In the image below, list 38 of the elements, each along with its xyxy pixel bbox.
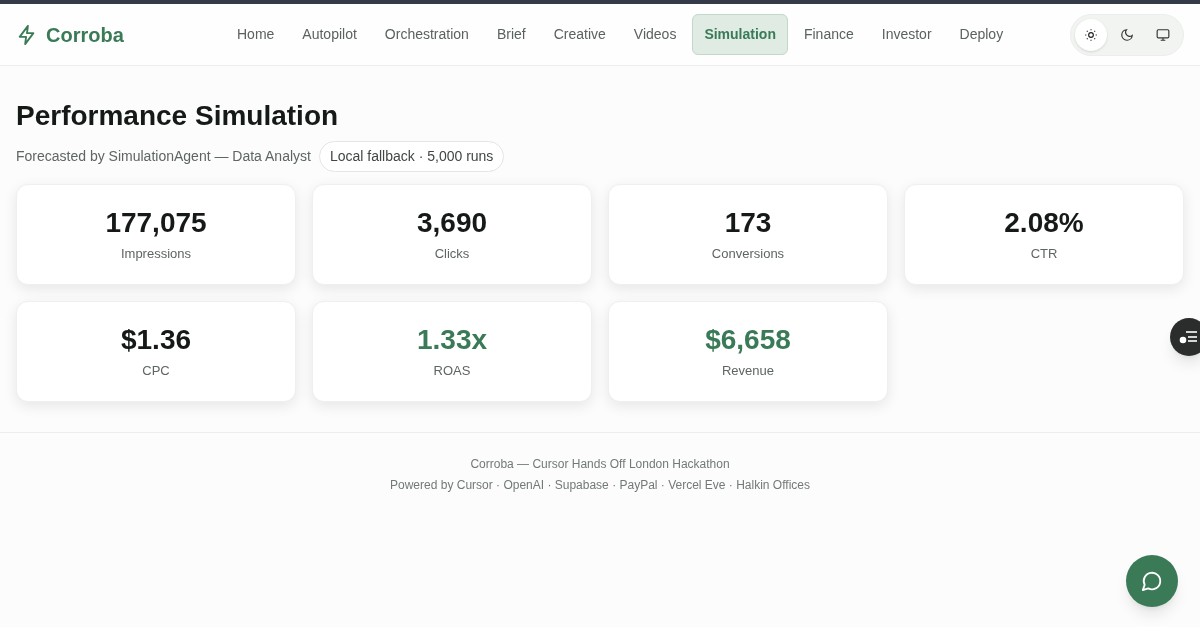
metric-label: Clicks	[434, 245, 470, 264]
metric-value: 3,690	[416, 206, 488, 241]
nav-tab[interactable]: Creative	[541, 14, 618, 55]
nav-tab[interactable]: Investor	[869, 14, 944, 55]
status-badge: Local fallback · 5,000 runs	[318, 141, 505, 172]
subtitle: Forecasted by SimulationAgent — Data Analyst	[16, 147, 311, 166]
metric-label: CTR	[1030, 245, 1058, 264]
metric-label: ROAS	[433, 362, 471, 381]
theme-button[interactable]	[1075, 18, 1107, 51]
metric-label: Impressions	[120, 245, 192, 264]
nav-tab[interactable]: Deploy	[947, 14, 1016, 55]
nav-tab[interactable]: Autopilot	[290, 14, 369, 55]
nav-tab[interactable]: Videos	[621, 14, 689, 55]
menu-button[interactable]	[1170, 318, 1200, 356]
brand-name[interactable]: Corroba	[46, 19, 124, 50]
metric-value: 1.33x	[416, 323, 488, 358]
metric-label: Revenue	[721, 362, 774, 381]
sun-icon	[1084, 27, 1098, 42]
page-title: Performance Simulation	[16, 99, 340, 133]
chat-button[interactable]	[1126, 555, 1178, 607]
nav-tab[interactable]: Brief	[484, 14, 538, 55]
nav-tab[interactable]: Simulation	[692, 14, 788, 55]
chat-icon	[1141, 570, 1163, 592]
metric-value: 173	[724, 206, 772, 241]
footer-text: Corroba — Cursor Hands Off London Hackathon	[470, 456, 730, 473]
metric-label: Conversions	[711, 245, 785, 264]
monitor-icon	[1156, 27, 1170, 42]
metric-label: CPC	[142, 362, 170, 381]
nav-tab[interactable]: Orchestration	[372, 14, 481, 55]
moon-icon	[1120, 27, 1134, 42]
nav-tab[interactable]: Finance	[791, 14, 866, 55]
metric-value: 177,075	[105, 206, 207, 241]
nav-tab[interactable]: Home	[225, 14, 287, 55]
metric-value: $1.36	[120, 323, 192, 358]
list-icon	[1179, 329, 1197, 345]
metric-value: 2.08%	[1004, 206, 1084, 241]
footer-text: Powered by Cursor · OpenAI · Supabase · PayPal · Vercel Eve · Halkin Offices	[390, 477, 810, 494]
metric-value: $6,658	[705, 323, 791, 358]
